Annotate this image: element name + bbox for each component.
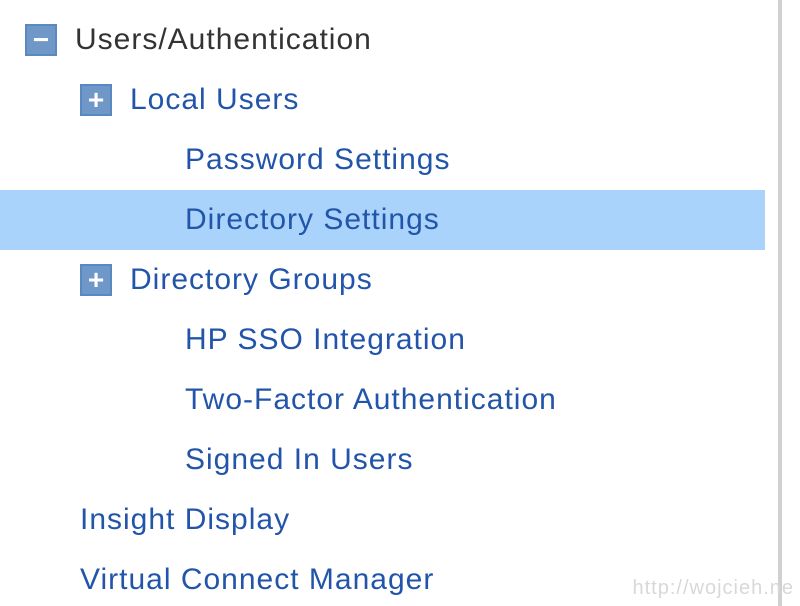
tree-item-label: Users/Authentication [75, 10, 765, 70]
tree-item-directory-groups[interactable]: + Directory Groups [25, 250, 765, 310]
tree-item-label: HP SSO Integration [185, 310, 765, 370]
tree-item-label: Directory Groups [130, 250, 765, 310]
tree-item-two-factor-authentication[interactable]: Two-Factor Authentication [25, 370, 765, 430]
tree-item-signed-in-users[interactable]: Signed In Users [25, 430, 765, 490]
tree-item-label: Local Users [130, 70, 765, 130]
tree-item-users-authentication[interactable]: − Users/Authentication [25, 10, 765, 70]
tree-item-label: Insight Display [80, 490, 765, 550]
tree-item-local-users[interactable]: + Local Users [25, 70, 765, 130]
expand-icon[interactable]: + [80, 84, 112, 116]
tree-item-label: Directory Settings [185, 190, 765, 250]
watermark: http://wojcieh.ne [632, 577, 794, 600]
tree-item-directory-settings[interactable]: Directory Settings [0, 190, 765, 250]
tree-item-password-settings[interactable]: Password Settings [25, 130, 765, 190]
nav-tree: − Users/Authentication + Local Users Pas… [0, 0, 765, 606]
tree-item-label: Signed In Users [185, 430, 765, 490]
collapse-icon[interactable]: − [25, 24, 57, 56]
tree-item-insight-display[interactable]: Insight Display [25, 490, 765, 550]
tree-item-hp-sso-integration[interactable]: HP SSO Integration [25, 310, 765, 370]
tree-item-label: Password Settings [185, 130, 765, 190]
expand-icon[interactable]: + [80, 264, 112, 296]
pane-divider[interactable] [778, 0, 782, 606]
tree-item-label: Two-Factor Authentication [185, 370, 765, 430]
